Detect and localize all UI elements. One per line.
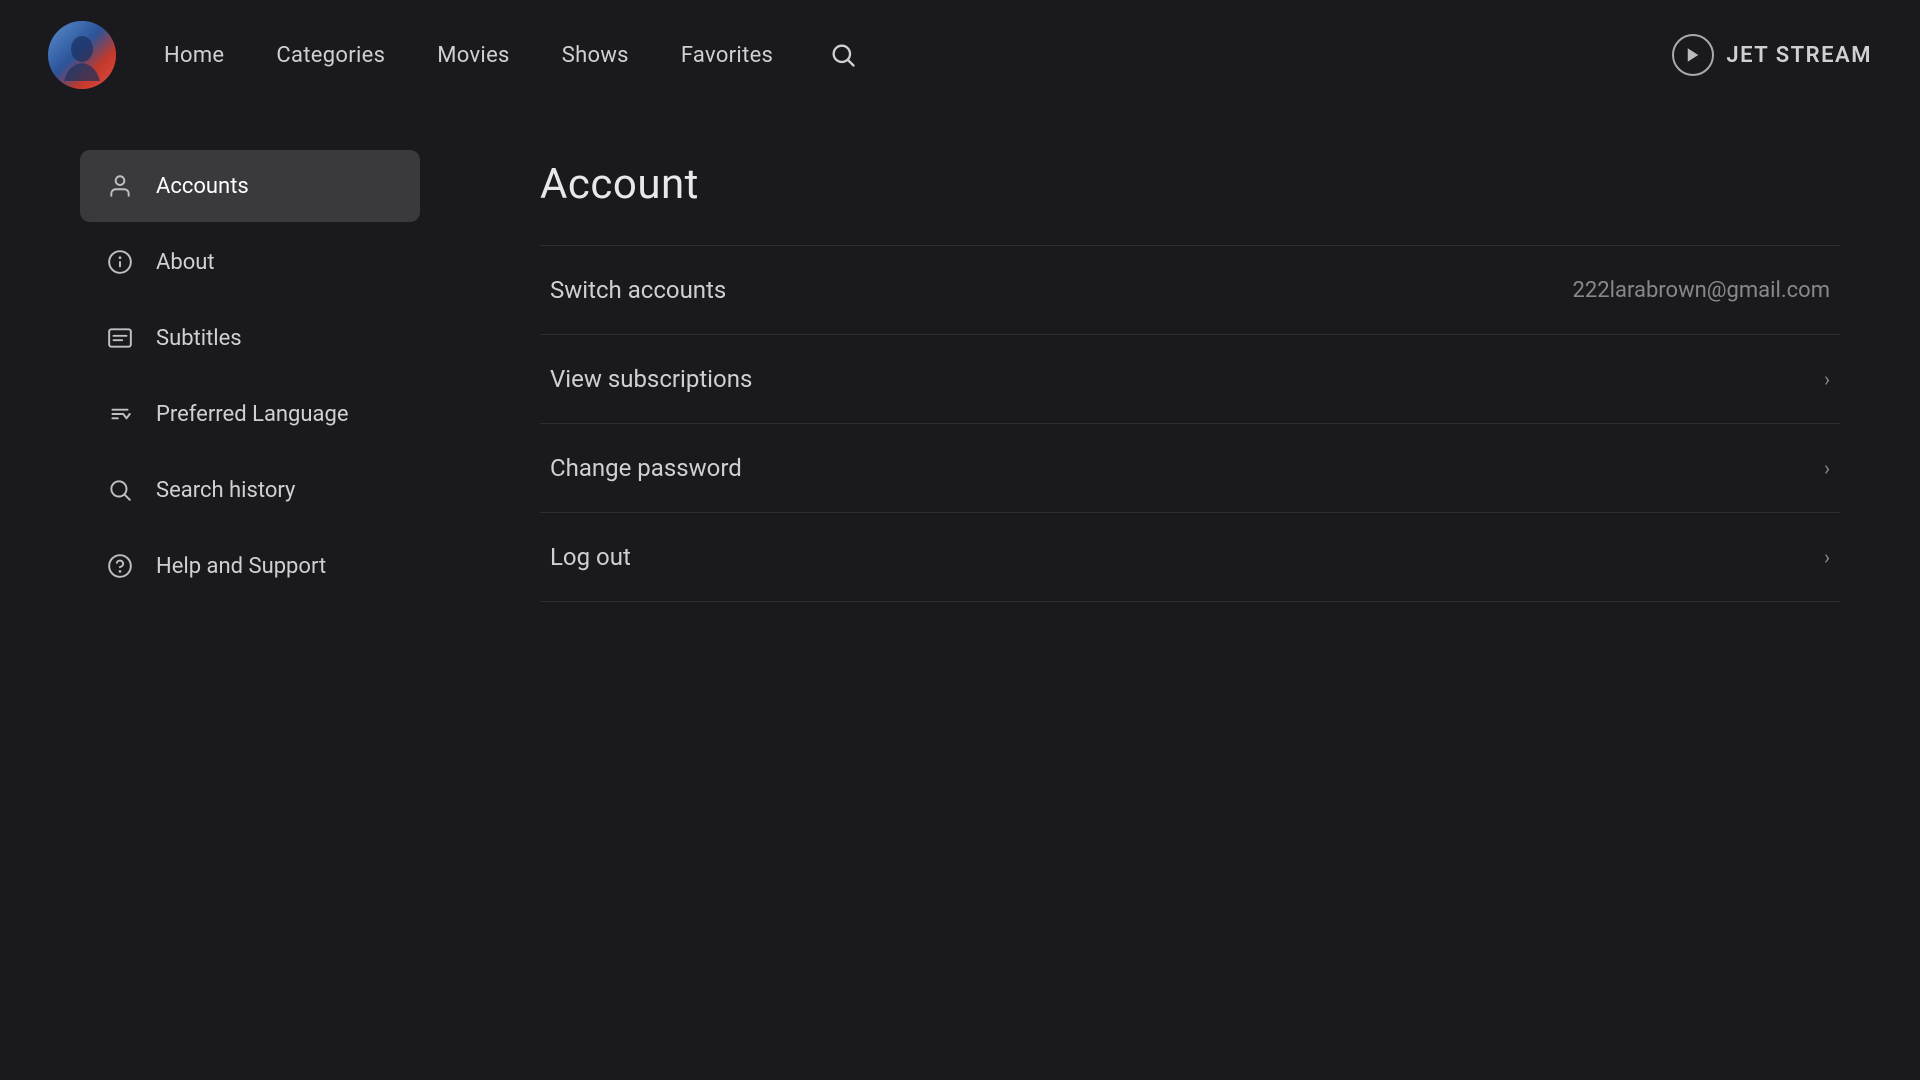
- nav-favorites[interactable]: Favorites: [681, 43, 773, 68]
- sidebar-search-history-label: Search history: [156, 478, 295, 503]
- help-icon: [106, 552, 134, 580]
- brand-name: JET STREAM: [1726, 43, 1872, 68]
- brand-play-icon: [1672, 34, 1714, 76]
- chevron-right-icon: ›: [1824, 367, 1830, 391]
- nav-shows[interactable]: Shows: [562, 43, 629, 68]
- sidebar-item-accounts[interactable]: Accounts: [80, 150, 420, 222]
- change-password-row[interactable]: Change password ›: [540, 424, 1840, 513]
- header: Home Categories Movies Shows Favorites J…: [0, 0, 1920, 110]
- sidebar-about-label: About: [156, 250, 215, 275]
- view-subscriptions-label: View subscriptions: [550, 365, 752, 393]
- content-area: Account Switch accounts 222larabrown@gma…: [540, 150, 1840, 1080]
- chevron-right-icon-2: ›: [1824, 456, 1830, 480]
- person-icon: [106, 172, 134, 200]
- log-out-row[interactable]: Log out ›: [540, 513, 1840, 602]
- log-out-right: ›: [1824, 545, 1830, 569]
- sidebar-subtitles-label: Subtitles: [156, 326, 242, 351]
- sidebar-item-search-history[interactable]: Search history: [80, 454, 420, 526]
- switch-accounts-right: 222larabrown@gmail.com: [1573, 278, 1830, 303]
- log-out-label: Log out: [550, 543, 631, 571]
- sidebar-accounts-label: Accounts: [156, 174, 249, 199]
- brand: JET STREAM: [1672, 34, 1872, 76]
- change-password-label: Change password: [550, 454, 742, 482]
- sidebar-item-preferred-language[interactable]: Preferred Language: [80, 378, 420, 450]
- info-icon: [106, 248, 134, 276]
- view-subscriptions-row[interactable]: View subscriptions ›: [540, 335, 1840, 424]
- sidebar-help-support-label: Help and Support: [156, 554, 326, 579]
- translate-icon: [106, 400, 134, 428]
- view-subscriptions-right: ›: [1824, 367, 1830, 391]
- page-title: Account: [540, 160, 1840, 209]
- account-email: 222larabrown@gmail.com: [1573, 278, 1830, 303]
- main-layout: Accounts About Subtitles: [0, 110, 1920, 1080]
- nav-bar: Home Categories Movies Shows Favorites: [164, 37, 1672, 73]
- logo-avatar[interactable]: [48, 21, 116, 89]
- sidebar-item-help-support[interactable]: Help and Support: [80, 530, 420, 602]
- search-icon[interactable]: [825, 37, 861, 73]
- change-password-right: ›: [1824, 456, 1830, 480]
- nav-home[interactable]: Home: [164, 43, 224, 68]
- sidebar-preferred-language-label: Preferred Language: [156, 402, 349, 427]
- chevron-right-icon-3: ›: [1824, 545, 1830, 569]
- sidebar-item-about[interactable]: About: [80, 226, 420, 298]
- sidebar-item-subtitles[interactable]: Subtitles: [80, 302, 420, 374]
- subtitles-icon: [106, 324, 134, 352]
- sidebar: Accounts About Subtitles: [80, 150, 420, 1080]
- search-history-icon: [106, 476, 134, 504]
- nav-categories[interactable]: Categories: [276, 43, 385, 68]
- switch-accounts-label: Switch accounts: [550, 276, 726, 304]
- switch-accounts-row[interactable]: Switch accounts 222larabrown@gmail.com: [540, 245, 1840, 335]
- nav-movies[interactable]: Movies: [437, 43, 509, 68]
